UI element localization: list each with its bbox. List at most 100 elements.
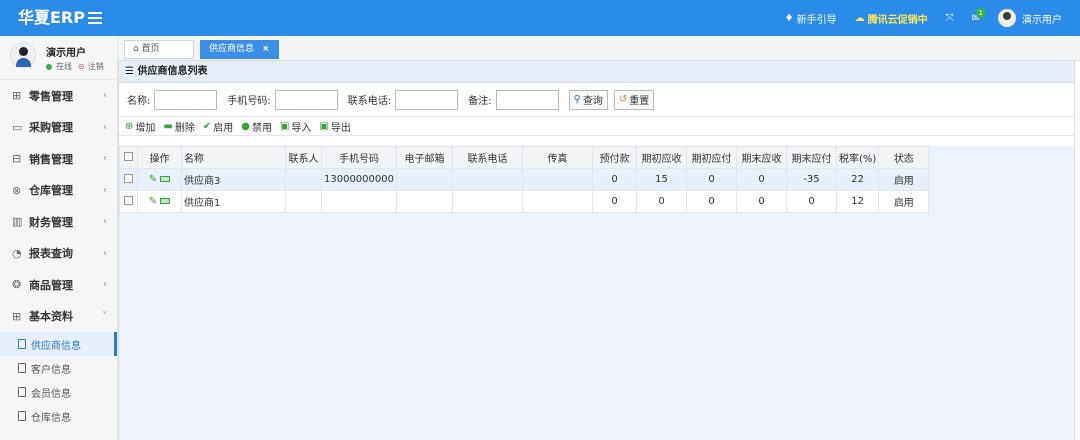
export-button[interactable]: ▣ 导出 xyxy=(319,119,350,134)
promo-link[interactable]: ☁ 腾讯云促销中 xyxy=(855,11,928,26)
cell-email xyxy=(396,168,453,191)
chevron-icon: ‹ xyxy=(103,247,107,259)
sales-icon: ⊟ xyxy=(12,152,22,166)
tel-input[interactable] xyxy=(395,89,459,110)
select-all-checkbox[interactable] xyxy=(119,146,138,169)
retail-icon: ⊞ xyxy=(12,89,22,103)
cell-end-recv: 0 xyxy=(736,168,787,191)
chevron-down-icon: ˅ xyxy=(102,310,107,322)
page-tabs: ⌂ 首页 供应商信息 × xyxy=(118,36,1080,61)
chevron-icon: ‹ xyxy=(103,121,107,133)
message-button[interactable]: ✉ 1 xyxy=(972,7,986,24)
col-mobile[interactable]: 手机号码 xyxy=(321,146,397,169)
col-email[interactable]: 电子邮箱 xyxy=(396,146,453,169)
import-button[interactable]: ▣ 导入 xyxy=(280,119,311,134)
import-icon: ▣ xyxy=(279,120,290,132)
tab-home[interactable]: ⌂ 首页 xyxy=(124,40,194,59)
sidebar-item-goods[interactable]: ❂ 商品管理 ‹ xyxy=(0,269,117,301)
chevron-icon: ‹ xyxy=(103,279,107,291)
home-icon: ⌂ xyxy=(133,44,142,54)
page-icon xyxy=(18,339,26,349)
col-fax[interactable]: 传真 xyxy=(522,146,593,169)
col-end-pay[interactable]: 期末应付 xyxy=(786,146,837,169)
disable-icon: ● xyxy=(241,120,250,132)
submenu-warehouse[interactable]: 仓库信息 xyxy=(0,404,117,428)
cell-tel xyxy=(452,168,523,191)
user-menu[interactable]: 演示用户 xyxy=(998,9,1062,27)
search-form: 名称: 手机号码: 联系电话: 备注: ⚲ 查询 ↺ 重置 xyxy=(119,83,1074,117)
submenu-customer[interactable]: 客户信息 xyxy=(0,356,117,380)
edit-icon[interactable]: ✎ xyxy=(149,196,157,207)
col-begin-recv[interactable]: 期初应收 xyxy=(636,146,687,169)
tab-supplier[interactable]: 供应商信息 × xyxy=(200,40,279,59)
close-icon[interactable]: × xyxy=(262,44,270,54)
query-button[interactable]: ⚲ 查询 xyxy=(568,89,608,110)
fullscreen-icon[interactable]: ⤧ xyxy=(946,13,954,24)
submenu-supplier[interactable]: 供应商信息 xyxy=(0,332,117,356)
enable-button[interactable]: ✔ 启用 xyxy=(203,119,233,134)
cell-contact xyxy=(285,168,322,191)
col-tel[interactable]: 联系电话 xyxy=(452,146,523,169)
check-icon: ✔ xyxy=(202,120,212,132)
chevron-icon: ‹ xyxy=(103,216,107,228)
table-header: 操作 名称 联系人 手机号码 电子邮箱 联系电话 传真 预付款 期初应收 期初应… xyxy=(119,146,930,169)
search-icon: ⚲ xyxy=(573,94,581,105)
disable-button[interactable]: ● 禁用 xyxy=(241,119,272,134)
sidebar-item-basic[interactable]: ⊞ 基本资料 ˅ xyxy=(0,301,117,333)
guide-link[interactable]: ♦ 新手引导 xyxy=(785,11,837,26)
col-begin-pay[interactable]: 期初应付 xyxy=(686,146,737,169)
user-name: 演示用户 xyxy=(46,48,86,59)
page-icon xyxy=(18,387,26,397)
warehouse-icon: ⊗ xyxy=(12,183,22,197)
col-tax[interactable]: 税率(%) xyxy=(835,146,880,169)
sidebar-item-finance[interactable]: ▥ 财务管理 ‹ xyxy=(0,206,117,238)
reset-button[interactable]: ↺ 重置 xyxy=(613,89,655,110)
page-icon xyxy=(18,363,26,373)
online-dot-icon xyxy=(46,63,52,70)
add-button[interactable]: ⊕ 增加 xyxy=(125,119,155,134)
cell-tax: 22 xyxy=(835,168,880,191)
logout-icon[interactable]: ⊝ xyxy=(78,62,85,71)
remark-input[interactable] xyxy=(495,89,559,110)
top-right-bar: ♦ 新手引导 ☁ 腾讯云促销中 ⤧ ✉ 1 演示用户 xyxy=(785,0,1080,36)
cell-name: 供应商3 xyxy=(181,168,286,191)
row-checkbox[interactable] xyxy=(119,168,138,191)
name-input[interactable] xyxy=(154,89,218,110)
submenu-member[interactable]: 会员信息 xyxy=(0,380,117,404)
menu-toggle-icon[interactable] xyxy=(88,9,102,27)
sidebar-item-sales[interactable]: ⊟ 销售管理 ‹ xyxy=(0,143,117,175)
sidebar-item-retail[interactable]: ⊞ 零售管理 ‹ xyxy=(0,80,117,112)
report-icon: ◔ xyxy=(12,246,22,260)
cell-end-pay: -35 xyxy=(786,168,837,191)
col-end-recv[interactable]: 期末应收 xyxy=(736,146,787,169)
col-status[interactable]: 状态 xyxy=(878,146,930,169)
row-checkbox[interactable] xyxy=(119,190,138,213)
sidebar-item-purchase[interactable]: ▭ 采购管理 ‹ xyxy=(0,112,117,144)
sidebar-item-reports[interactable]: ◔ 报表查询 ‹ xyxy=(0,238,117,270)
cell-begin-pay: 0 xyxy=(686,168,737,191)
col-contact[interactable]: 联系人 xyxy=(285,146,322,169)
sidebar-item-warehouse[interactable]: ⊗ 仓库管理 ‹ xyxy=(0,175,117,207)
delete-button[interactable]: ▬ 删除 xyxy=(163,119,194,134)
sidebar-menu: ⊞ 零售管理 ‹ ▭ 采购管理 ‹ ⊟ 销售管理 ‹ ⊗ 仓库管理 ‹ ▥ 财务管理 ‹ ◔ 报表查询… xyxy=(0,80,117,428)
table-row[interactable]: ✎ 供应商1 0 0 0 0 0 12 启用 xyxy=(119,190,930,213)
reset-icon: ↺ xyxy=(618,94,628,105)
logout-link[interactable]: 注销 xyxy=(88,61,104,72)
edit-icon[interactable]: ✎ xyxy=(149,174,157,185)
diamond-icon: ♦ xyxy=(784,12,794,24)
add-icon: ⊕ xyxy=(125,120,134,132)
purchase-icon: ▭ xyxy=(12,120,23,134)
cell-begin-recv: 15 xyxy=(636,168,687,191)
delete-row-icon[interactable] xyxy=(160,176,171,182)
col-prepay[interactable]: 预付款 xyxy=(592,146,637,169)
name-label: 名称: xyxy=(127,96,151,107)
cell-status: 启用 xyxy=(878,168,930,191)
cell-contact xyxy=(285,190,322,213)
cell-mobile xyxy=(321,190,397,213)
table-row[interactable]: ✎ 供应商3 13000000000 0 15 0 0 -35 22 启用 xyxy=(119,168,930,191)
delete-row-icon[interactable] xyxy=(160,198,171,204)
basic-icon: ⊞ xyxy=(12,309,22,323)
toolbar: ⊕ 增加 ▬ 删除 ✔ 启用 ● 禁用 ▣ 导入 ▣ 导出 xyxy=(119,117,1074,136)
phone-input[interactable] xyxy=(274,89,338,110)
col-name[interactable]: 名称 xyxy=(181,146,286,169)
